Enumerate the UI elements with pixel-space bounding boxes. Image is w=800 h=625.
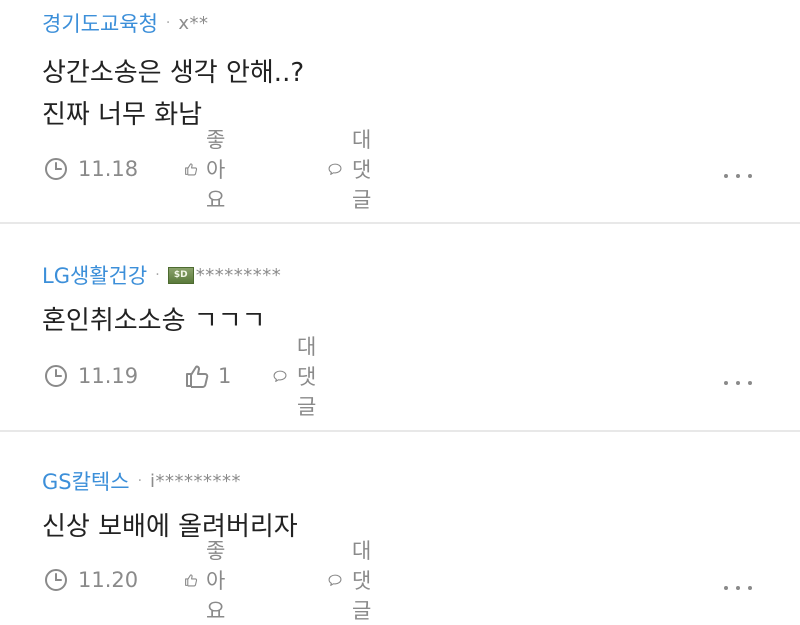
like-label: 좋아요 bbox=[206, 128, 226, 212]
comment-item: 경기도교육청 · x** 상간소송은 생각 안해..? 진짜 너무 화남 11.… bbox=[0, 0, 800, 222]
comment-actions: 11.18 좋아요 대댓글 bbox=[44, 128, 371, 212]
comment-line: 혼인취소소송 ㄱㄱㄱ bbox=[42, 306, 266, 336]
like-button[interactable]: 1 bbox=[184, 363, 231, 389]
thumbs-up-icon bbox=[186, 365, 209, 388]
reply-button[interactable]: 대댓글 bbox=[328, 535, 383, 625]
comment-line: 진짜 너무 화남 bbox=[42, 100, 203, 130]
username: x** bbox=[178, 12, 209, 34]
comment-line: 상간소송은 생각 안해..? bbox=[42, 58, 305, 88]
separator: · bbox=[165, 15, 171, 31]
like-count: 1 bbox=[218, 364, 232, 388]
separator: · bbox=[155, 267, 160, 283]
like-label: 좋아요 bbox=[206, 539, 226, 623]
clock-icon bbox=[45, 365, 67, 387]
username: ********* bbox=[195, 264, 282, 286]
thumbs-up-icon bbox=[185, 574, 198, 587]
comment-date: 11.18 bbox=[78, 157, 139, 181]
timestamp: 11.18 bbox=[44, 157, 138, 181]
reply-button[interactable]: 대댓글 bbox=[328, 124, 383, 214]
comment-actions: 11.19 1 대댓글 bbox=[44, 335, 316, 419]
username: i********* bbox=[150, 470, 242, 492]
divider bbox=[0, 430, 800, 432]
reply-label: 대댓글 bbox=[352, 539, 372, 623]
like-button[interactable]: 좋아요 bbox=[184, 535, 237, 625]
badge-icon: $D bbox=[167, 266, 194, 284]
timestamp: 11.20 bbox=[44, 568, 138, 592]
timestamp: 11.19 bbox=[44, 364, 138, 388]
company-name[interactable]: GS칼텍스 bbox=[42, 466, 130, 496]
speech-bubble-icon bbox=[328, 163, 342, 175]
comment-meta: 경기도교육청 · x** bbox=[42, 8, 209, 38]
comment-text: 상간소송은 생각 안해..? 진짜 너무 화남 bbox=[42, 52, 304, 136]
clock-icon bbox=[45, 569, 67, 591]
comment-line: 신상 보배에 올려버리자 bbox=[42, 512, 298, 542]
company-name[interactable]: 경기도교육청 bbox=[42, 8, 158, 38]
comment-date: 11.20 bbox=[78, 568, 139, 592]
speech-bubble-icon bbox=[273, 370, 287, 382]
comment-text: 신상 보배에 올려버리자 bbox=[42, 506, 298, 548]
more-dots-icon[interactable] bbox=[724, 381, 752, 385]
comment-meta: LG생활건강 · $D ********* bbox=[42, 260, 281, 290]
comment-date: 11.19 bbox=[78, 364, 139, 388]
like-button[interactable]: 좋아요 bbox=[184, 124, 237, 214]
thumbs-up-icon bbox=[185, 163, 198, 176]
more-dots-icon[interactable] bbox=[724, 586, 752, 590]
comment-meta: GS칼텍스 · i********* bbox=[42, 466, 241, 496]
comment-actions: 11.20 좋아요 대댓글 bbox=[44, 539, 371, 623]
more-dots-icon[interactable] bbox=[724, 174, 752, 178]
reply-button[interactable]: 대댓글 bbox=[273, 331, 328, 421]
company-name[interactable]: LG생활건강 bbox=[42, 260, 147, 290]
reply-label: 대댓글 bbox=[352, 128, 372, 212]
reply-label: 대댓글 bbox=[297, 335, 317, 419]
clock-icon bbox=[45, 158, 67, 180]
comment-text: 혼인취소소송 ㄱㄱㄱ bbox=[42, 300, 266, 342]
separator: · bbox=[137, 473, 143, 489]
speech-bubble-icon bbox=[328, 574, 342, 586]
